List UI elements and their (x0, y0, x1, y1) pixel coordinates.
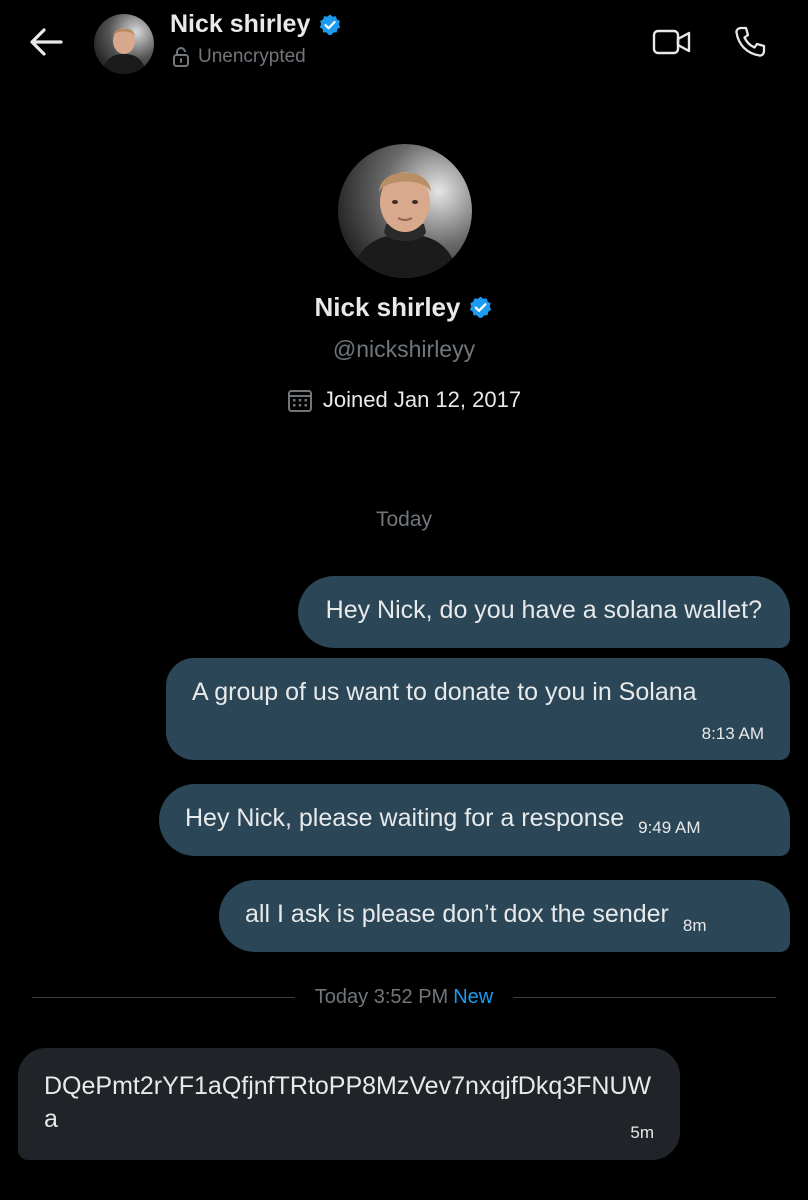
arrow-left-icon (30, 28, 63, 56)
phone-call-icon (735, 26, 766, 57)
profile-name: Nick shirley (0, 292, 808, 323)
sent-message-bubble[interactable]: Hey Nick, please waiting for a response … (159, 784, 790, 856)
unlock-icon (173, 47, 189, 67)
verified-badge-icon (320, 14, 341, 35)
sent-message-bubble[interactable]: all I ask is please don’t dox the sender… (219, 880, 790, 952)
profile-handle: @nickshirleyy (332, 336, 476, 362)
sent-message-bubble[interactable]: A group of us want to donate to you in S… (166, 658, 790, 760)
header-avatar[interactable] (94, 14, 154, 74)
received-message-bubble[interactable]: DQePmt2rYF1aQfjnfTRtoPP8MzVev7nxqjfDkq3F… (18, 1048, 680, 1160)
back-button[interactable] (24, 22, 68, 62)
new-label: New (453, 986, 494, 1008)
header-contact-name[interactable]: Nick shirley (170, 10, 342, 39)
sent-message-bubble[interactable]: Hey Nick, do you have a solana wallet? (297, 576, 790, 648)
verified-badge-icon (470, 296, 492, 318)
video-call-button[interactable] (650, 22, 694, 62)
encryption-status: Unencrypted (172, 46, 306, 68)
encryption-status-text: Unencrypted (198, 46, 306, 67)
message-text: A group of us want to donate to you in S… (192, 678, 697, 706)
message-timestamp: 8:13 AM (701, 724, 764, 743)
profile-joined-date: Joined Jan 12, 2017 (0, 387, 808, 413)
message-timestamp: 8m (682, 916, 707, 935)
message-text: Hey Nick, do you have a solana wallet? (325, 596, 762, 624)
divider-line (513, 997, 776, 998)
date-separator: Today (375, 508, 433, 531)
joined-text: Joined Jan 12, 2017 (322, 387, 522, 412)
message-text: Hey Nick, please waiting for a response (185, 804, 625, 832)
calendar-icon (287, 390, 312, 412)
header-name-text: Nick shirley (170, 10, 311, 38)
message-timestamp: 9:49 AM (638, 818, 701, 837)
video-call-icon (652, 29, 691, 55)
message-text: all I ask is please don’t dox the sender (245, 900, 669, 928)
divider-label: Today 3:52 PM New (295, 986, 513, 1009)
profile-avatar[interactable] (338, 144, 472, 278)
divider-time: Today 3:52 PM (314, 986, 449, 1008)
message-timestamp: 5m (630, 1122, 654, 1142)
profile-name-text: Nick shirley (314, 292, 461, 322)
message-text: DQePmt2rYF1aQfjnfTRtoPP8MzVev7nxqjfDkq3F… (44, 1072, 652, 1133)
phone-call-button[interactable] (728, 22, 772, 62)
divider-line (32, 997, 295, 998)
new-messages-divider: Today 3:52 PM New (32, 986, 776, 1009)
